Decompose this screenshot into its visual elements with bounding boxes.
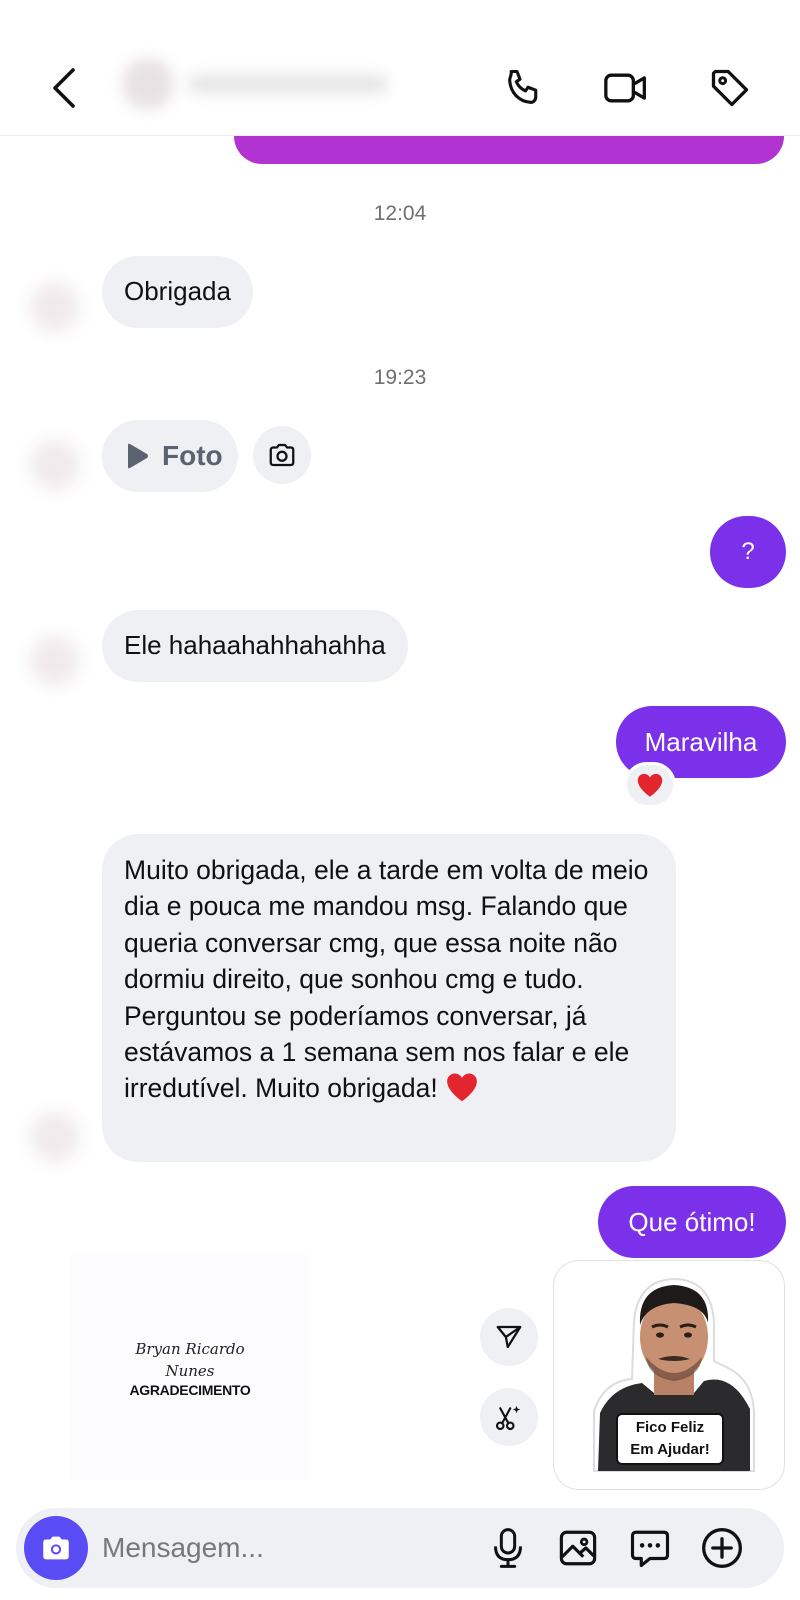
call-button[interactable] bbox=[498, 62, 550, 114]
message-composer bbox=[16, 1508, 784, 1588]
sticker-fico-feliz[interactable]: Fico Feliz Em Ajudar! bbox=[553, 1260, 785, 1490]
sticker-caption: Fico Feliz Em Ajudar! bbox=[616, 1413, 724, 1465]
incoming-message-long[interactable]: Muito obrigada, ele a tarde em volta de … bbox=[102, 834, 676, 1162]
microphone-button[interactable] bbox=[482, 1522, 534, 1574]
sticker-button[interactable] bbox=[624, 1522, 676, 1574]
camera-icon bbox=[43, 1536, 69, 1560]
incoming-message[interactable]: Ele hahaahahhahahha bbox=[102, 610, 408, 682]
avatar bbox=[122, 58, 174, 110]
image-icon bbox=[559, 1530, 597, 1566]
heart-emoji bbox=[445, 1071, 479, 1112]
sticker-caption-line: Fico Feliz bbox=[635, 1419, 705, 1436]
sticker-caps-text: AGRADECIMENTO bbox=[129, 1381, 251, 1398]
incoming-long-text: Muito obrigada, ele a tarde em volta de … bbox=[124, 855, 649, 1104]
sticker-caption-line: Em Ajudar! bbox=[630, 1441, 710, 1458]
chat-bubble-icon bbox=[630, 1530, 670, 1568]
send-sticker-button[interactable] bbox=[480, 1308, 538, 1366]
send-icon bbox=[496, 1325, 522, 1349]
avatar[interactable] bbox=[30, 282, 80, 332]
view-once-photo-message[interactable]: Foto bbox=[102, 420, 238, 492]
camera-reply-button[interactable] bbox=[253, 426, 311, 484]
incoming-message[interactable]: Obrigada bbox=[102, 256, 253, 328]
chat-header bbox=[0, 0, 800, 136]
timestamp: 19:23 bbox=[373, 366, 427, 389]
timestamp: 12:04 bbox=[373, 202, 427, 225]
sticker-agradecimento[interactable]: Bryan Ricardo Nunes AGRADECIMENTO bbox=[70, 1255, 310, 1480]
plus-circle-icon bbox=[702, 1528, 742, 1568]
tag-button[interactable] bbox=[704, 62, 756, 114]
video-call-button[interactable] bbox=[600, 62, 652, 114]
phone-icon bbox=[508, 69, 538, 104]
video-camera-icon bbox=[604, 73, 646, 103]
sticker-tools-button[interactable] bbox=[480, 1388, 538, 1446]
heart-icon bbox=[447, 1073, 477, 1102]
contact-name bbox=[188, 74, 388, 94]
chevron-left-icon bbox=[53, 68, 75, 108]
avatar[interactable] bbox=[30, 1112, 80, 1162]
foto-label: Foto bbox=[162, 440, 223, 471]
message-reaction[interactable] bbox=[624, 762, 676, 808]
message-input[interactable] bbox=[102, 1528, 482, 1568]
outgoing-message[interactable]: ? bbox=[710, 516, 786, 588]
back-button[interactable] bbox=[38, 62, 90, 114]
contact-name-blurred[interactable] bbox=[122, 56, 432, 112]
avatar[interactable] bbox=[30, 636, 80, 686]
tag-icon bbox=[711, 69, 749, 107]
outgoing-message[interactable]: Que ótimo! bbox=[598, 1186, 786, 1258]
gallery-button[interactable] bbox=[552, 1522, 604, 1574]
sticker-script-line: Bryan Ricardo bbox=[135, 1339, 245, 1358]
camera-button[interactable] bbox=[24, 1516, 88, 1580]
play-icon bbox=[128, 443, 148, 469]
avatar[interactable] bbox=[30, 440, 80, 490]
sticker-script-line: Nunes bbox=[165, 1361, 215, 1380]
scissors-sparkle-icon bbox=[495, 1405, 521, 1431]
camera-icon bbox=[269, 443, 295, 467]
add-button[interactable] bbox=[696, 1522, 748, 1574]
microphone-icon bbox=[494, 1528, 522, 1568]
heart-icon bbox=[637, 773, 663, 797]
